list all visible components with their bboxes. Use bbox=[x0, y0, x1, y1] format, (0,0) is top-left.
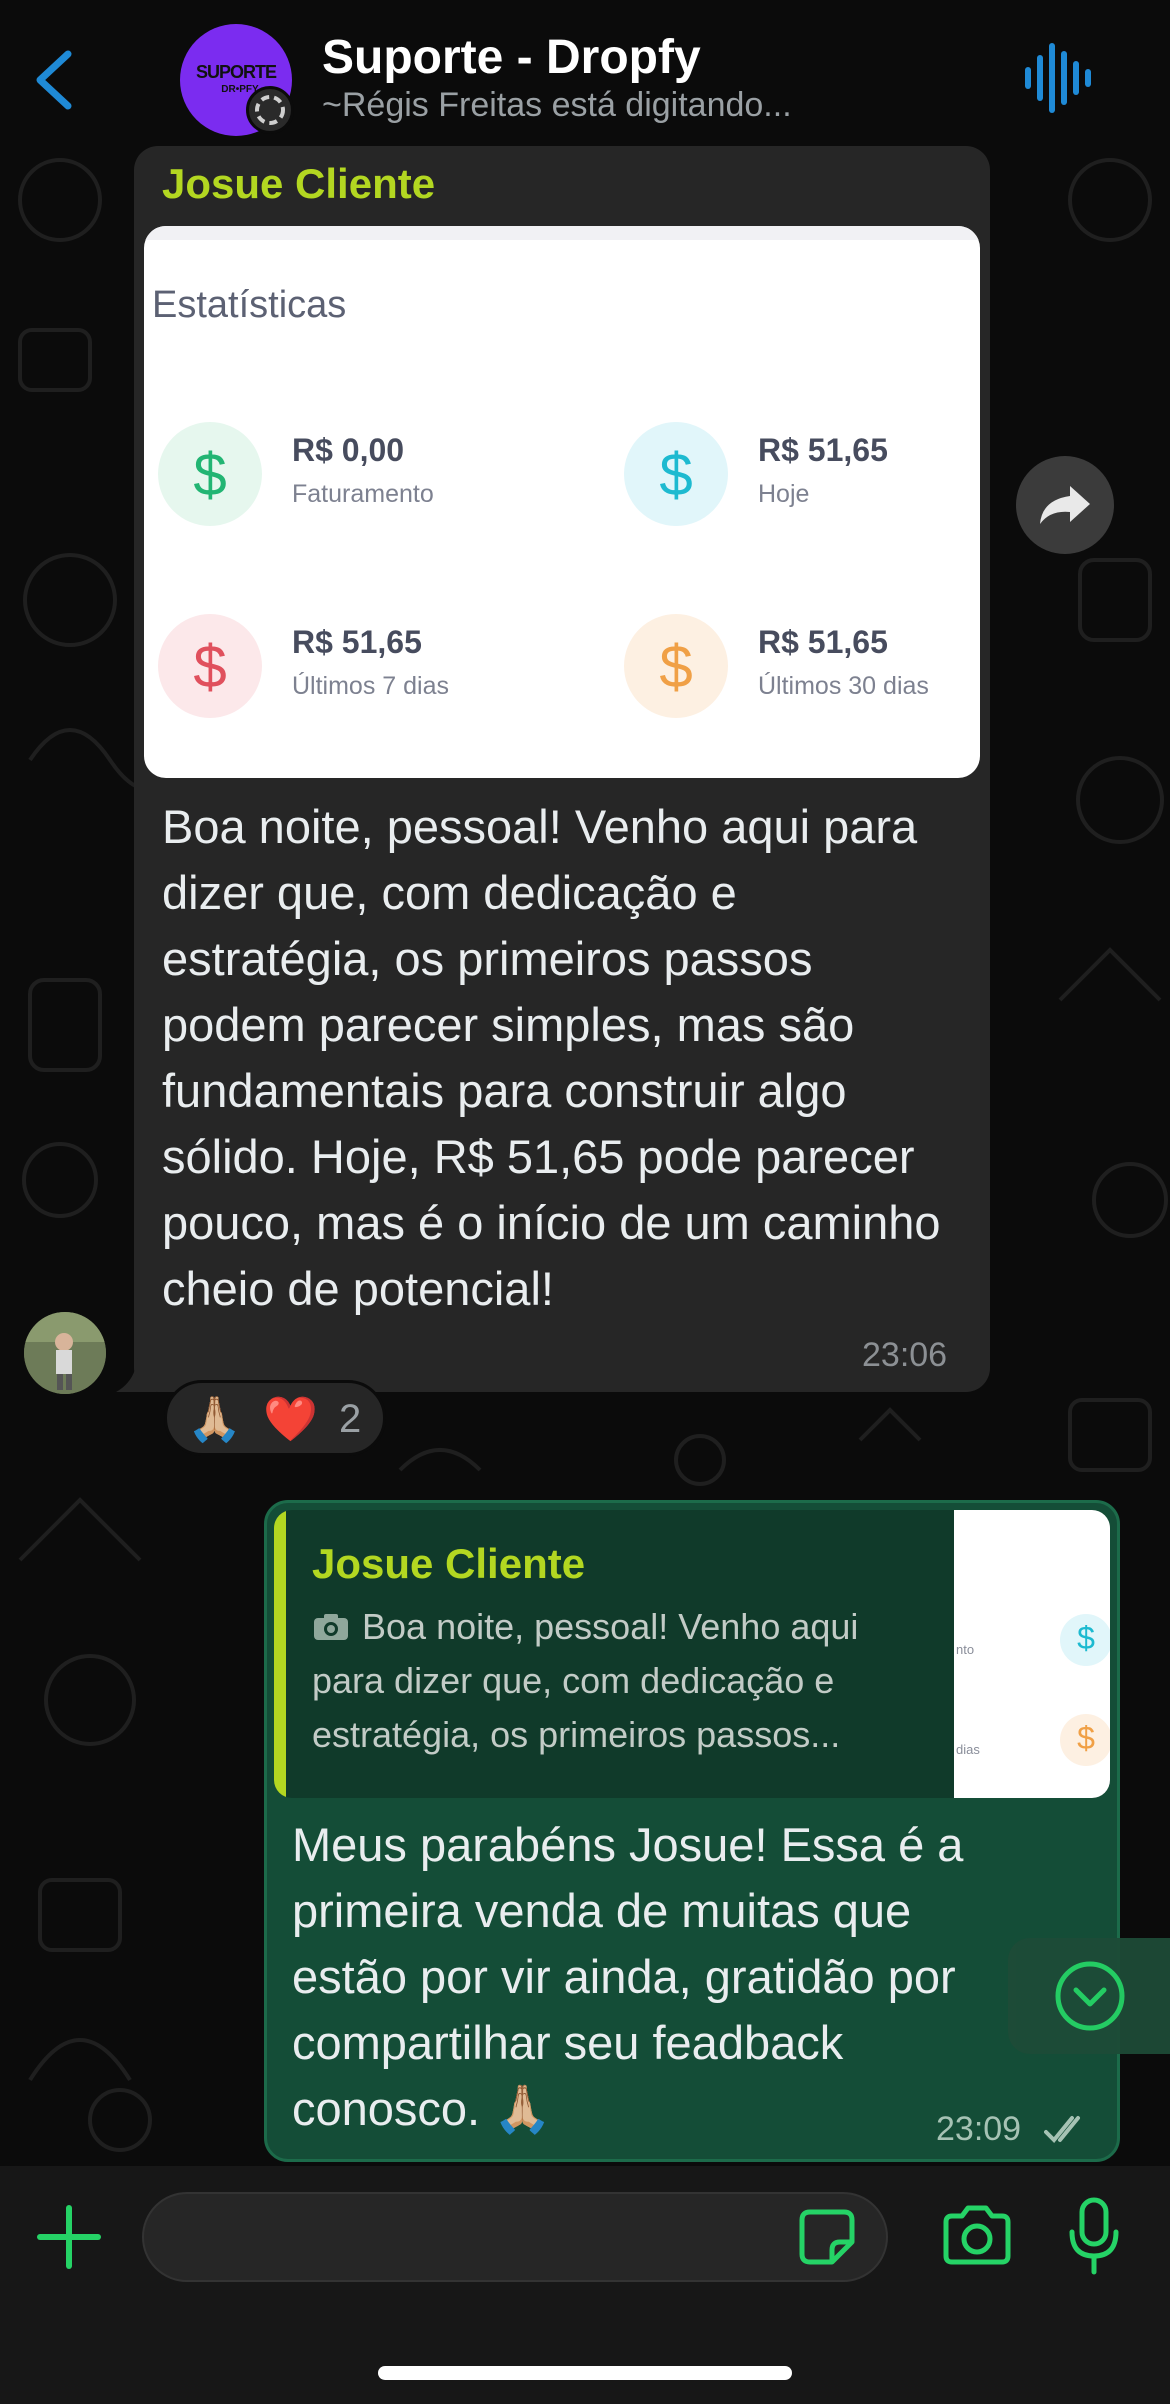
typing-status: ~Régis Freitas está digitando... bbox=[322, 86, 792, 124]
chat-header: SUPORTE DR•PFY Suporte - Dropfy ~Régis F… bbox=[0, 0, 1170, 148]
stat-label: Faturamento bbox=[292, 480, 434, 508]
camera-icon bbox=[943, 2205, 1011, 2265]
message-time: 23:06 bbox=[862, 1336, 948, 1374]
stat-value: R$ 0,00 bbox=[292, 432, 405, 468]
chevron-down-icon bbox=[1055, 1961, 1125, 2031]
chevron-left-icon bbox=[36, 50, 72, 110]
stats-title: Estatísticas bbox=[152, 284, 347, 326]
thumb-label-fragment: dias bbox=[956, 1742, 980, 1757]
avatar-photo bbox=[24, 1312, 106, 1394]
stat-value: R$ 51,65 bbox=[758, 624, 888, 660]
image-top-strip bbox=[144, 226, 980, 240]
stat-hoje: $ R$ 51,65 Hoje bbox=[616, 422, 980, 532]
message-sender-name[interactable]: Josue Cliente bbox=[162, 160, 435, 208]
outgoing-message-text: Meus parabéns Josue! Essa é a primeira v… bbox=[292, 1818, 964, 2135]
scroll-to-bottom-button[interactable] bbox=[1008, 1938, 1170, 2054]
message-time: 23:09 bbox=[936, 2110, 1022, 2148]
stat-value: R$ 51,65 bbox=[758, 432, 888, 468]
sticker-button[interactable] bbox=[796, 2206, 858, 2268]
incoming-message-text: Boa noite, pessoal! Venho aqui para dize… bbox=[162, 800, 941, 1315]
stat-faturamento: $ R$ 0,00 Faturamento bbox=[150, 422, 530, 532]
dollar-icon: $ bbox=[624, 422, 728, 526]
dollar-icon: $ bbox=[1060, 1714, 1110, 1766]
back-button[interactable] bbox=[20, 40, 90, 120]
reaction-heart: ❤️ bbox=[263, 1395, 318, 1444]
attach-button[interactable] bbox=[36, 2204, 102, 2270]
bubble-tail bbox=[116, 1310, 156, 1392]
thumb-label-fragment: nto bbox=[956, 1642, 975, 1657]
chat-title[interactable]: Suporte - Dropfy bbox=[322, 30, 701, 85]
dollar-icon: $ bbox=[158, 422, 262, 526]
statistics-image[interactable]: Estatísticas $ R$ 0,00 Faturamento $ R$ … bbox=[144, 226, 980, 778]
home-indicator bbox=[378, 2366, 792, 2380]
avatar-logo-text: SUPORTE bbox=[195, 62, 277, 82]
camera-button[interactable] bbox=[940, 2200, 1014, 2272]
dollar-icon: $ bbox=[1060, 1614, 1110, 1666]
message-reactions[interactable]: 🙏🏼 ❤️ 2 bbox=[164, 1380, 386, 1456]
audio-wave-icon bbox=[1025, 43, 1091, 113]
quote-accent-bar bbox=[274, 1510, 286, 1798]
stat-value: R$ 51,65 bbox=[292, 624, 422, 660]
forward-button[interactable] bbox=[1016, 456, 1114, 554]
quote-text: Boa noite, pessoal! Venho aqui para dize… bbox=[312, 1600, 932, 1762]
double-check-icon bbox=[1044, 2116, 1080, 2143]
forward-arrow-icon bbox=[1040, 486, 1090, 524]
reaction-pray: 🙏🏼 bbox=[187, 1395, 242, 1444]
microphone-button[interactable] bbox=[1064, 2196, 1124, 2276]
dollar-icon: $ bbox=[624, 614, 728, 718]
stat-ultimos-7-dias: $ R$ 51,65 Últimos 7 dias bbox=[150, 614, 530, 724]
group-call-button[interactable] bbox=[1020, 40, 1092, 116]
microphone-icon bbox=[1069, 2197, 1119, 2275]
plus-icon bbox=[37, 2205, 101, 2269]
stat-label: Hoje bbox=[758, 480, 810, 508]
sticker-icon bbox=[799, 2209, 855, 2265]
status-dash-icon bbox=[255, 95, 285, 125]
camera-small-icon bbox=[314, 1614, 348, 1640]
status-ring-icon bbox=[246, 86, 294, 134]
stat-ultimos-30-dias: $ R$ 51,65 Últimos 30 dias bbox=[616, 614, 980, 724]
dollar-icon: $ bbox=[158, 614, 262, 718]
stat-label: Últimos 7 dias bbox=[292, 672, 449, 700]
quote-thumbnail: nto dias $ $ bbox=[954, 1510, 1110, 1798]
sender-avatar[interactable] bbox=[24, 1312, 106, 1394]
quote-text-content: Boa noite, pessoal! Venho aqui para dize… bbox=[312, 1606, 859, 1755]
reaction-count: 2 bbox=[339, 1397, 362, 1441]
message-input[interactable] bbox=[142, 2192, 888, 2282]
quote-sender-name: Josue Cliente bbox=[312, 1540, 586, 1587]
stat-label: Últimos 30 dias bbox=[758, 672, 929, 700]
